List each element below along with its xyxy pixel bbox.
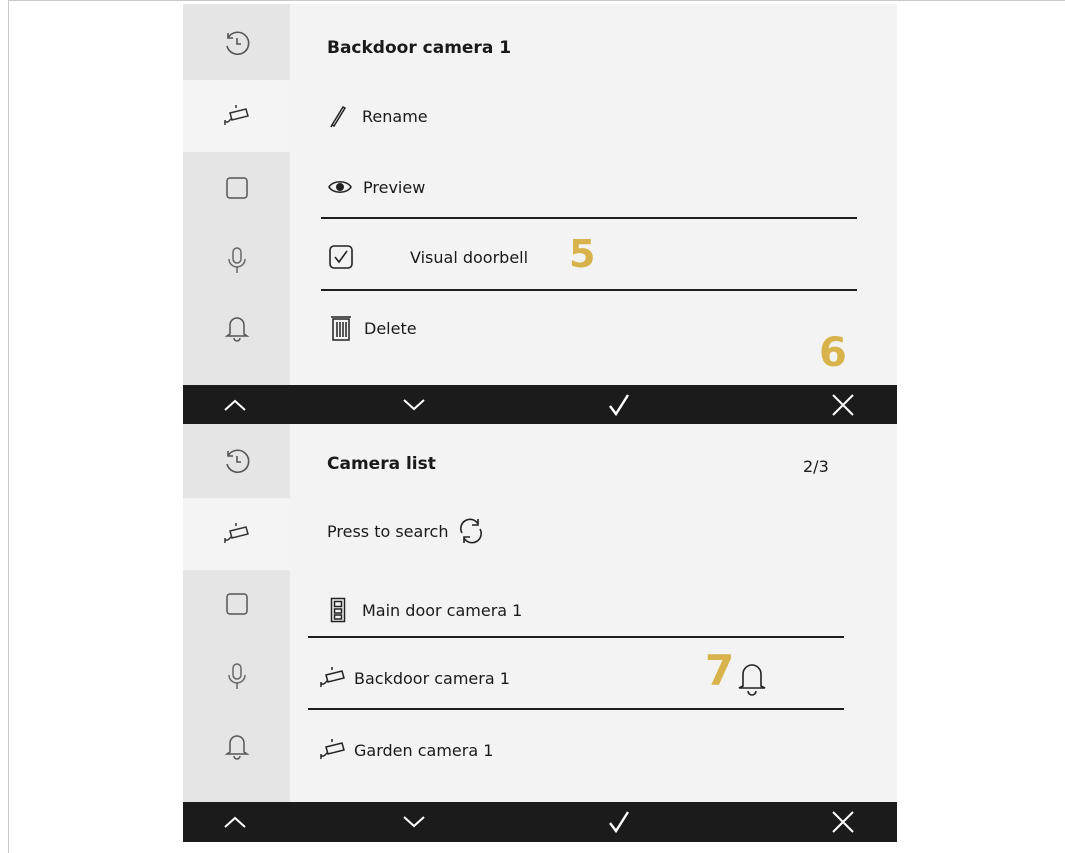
history-icon [225, 449, 249, 473]
preview-label: Preview [363, 177, 426, 197]
history-icon [225, 31, 249, 55]
up-button[interactable] [205, 802, 265, 842]
rename-row[interactable]: Rename [328, 104, 428, 128]
camera-list-item[interactable]: Garden camera 1 [318, 736, 493, 764]
page-counter: 2/3 [803, 457, 829, 476]
preview-row[interactable]: Preview [327, 175, 425, 199]
sidebar-item-bell[interactable] [183, 710, 290, 782]
callout-7: 7 [705, 646, 735, 695]
square-icon [225, 593, 248, 615]
close-button[interactable] [813, 802, 873, 842]
camera-list-content: Camera list 2/3 Press to search Main doo… [290, 424, 897, 802]
square-icon [225, 177, 248, 199]
camera-settings-screen: Backdoor camera 1 Rename Preview Visual … [183, 4, 897, 425]
door-station-icon [330, 597, 346, 623]
camera-icon [223, 105, 249, 125]
bell-icon [735, 660, 769, 700]
checkbox-checked-icon[interactable] [328, 244, 354, 270]
pencil-icon [328, 104, 348, 128]
sidebar-item-history[interactable] [183, 8, 290, 80]
delete-row[interactable]: Delete [330, 314, 417, 342]
check-icon [609, 811, 630, 834]
camera-icon [223, 523, 249, 543]
sidebar-item-square[interactable] [183, 152, 290, 224]
visual-doorbell-label: Visual doorbell [410, 247, 529, 267]
refresh-icon [457, 517, 485, 545]
down-button[interactable] [384, 802, 444, 842]
sidebar-item-bell[interactable] [183, 292, 290, 364]
check-icon [609, 394, 630, 417]
sidebar [183, 424, 290, 802]
page-title: Camera list [327, 454, 436, 474]
search-row[interactable]: Press to search [327, 516, 485, 546]
confirm-button[interactable] [589, 385, 649, 425]
down-button[interactable] [384, 385, 444, 425]
camera-name: Backdoor camera 1 [354, 668, 510, 688]
sidebar-item-square[interactable] [183, 568, 290, 640]
chevron-up-icon [224, 816, 246, 828]
close-button[interactable] [813, 385, 873, 425]
visual-doorbell-row[interactable]: Visual doorbell [328, 242, 528, 272]
eye-icon [327, 178, 353, 196]
close-icon [832, 394, 854, 416]
camera-name: Main door camera 1 [362, 600, 523, 620]
close-icon [832, 811, 854, 833]
rename-label: Rename [362, 106, 428, 126]
frame-border-top [8, 0, 1065, 1]
page-title: Backdoor camera 1 [327, 38, 512, 58]
bottom-bar [183, 385, 897, 425]
bell-icon [224, 735, 249, 760]
camera-name: Garden camera 1 [354, 740, 494, 760]
camera-icon [318, 737, 348, 763]
sidebar [183, 4, 290, 385]
sidebar-item-microphone[interactable] [183, 640, 290, 712]
callout-5: 5 [569, 232, 596, 276]
bell-icon [224, 317, 249, 342]
chevron-down-icon [403, 816, 425, 828]
bottom-bar [183, 802, 897, 842]
camera-list-screen: Camera list 2/3 Press to search Main doo… [183, 424, 897, 842]
confirm-button[interactable] [589, 802, 649, 842]
sidebar-item-camera[interactable] [183, 498, 290, 570]
sidebar-item-microphone[interactable] [183, 224, 290, 296]
chevron-down-icon [403, 399, 425, 411]
divider [308, 708, 844, 710]
divider [308, 636, 844, 638]
divider [321, 289, 857, 291]
microphone-icon [227, 247, 246, 273]
search-label: Press to search [327, 521, 449, 541]
sidebar-item-camera[interactable] [183, 80, 290, 152]
frame-border-left [8, 0, 9, 853]
settings-content: Backdoor camera 1 Rename Preview Visual … [290, 4, 897, 385]
up-button[interactable] [205, 385, 265, 425]
chevron-up-icon [224, 399, 246, 411]
sidebar-item-history[interactable] [183, 426, 290, 498]
camera-icon [318, 665, 348, 691]
camera-list-item-selected[interactable]: Backdoor camera 1 [318, 664, 510, 692]
trash-icon [330, 314, 352, 342]
microphone-icon [227, 663, 246, 689]
delete-label: Delete [364, 318, 417, 338]
camera-list-item[interactable]: Main door camera 1 [330, 596, 522, 624]
callout-6: 6 [819, 330, 847, 376]
divider [321, 217, 857, 219]
